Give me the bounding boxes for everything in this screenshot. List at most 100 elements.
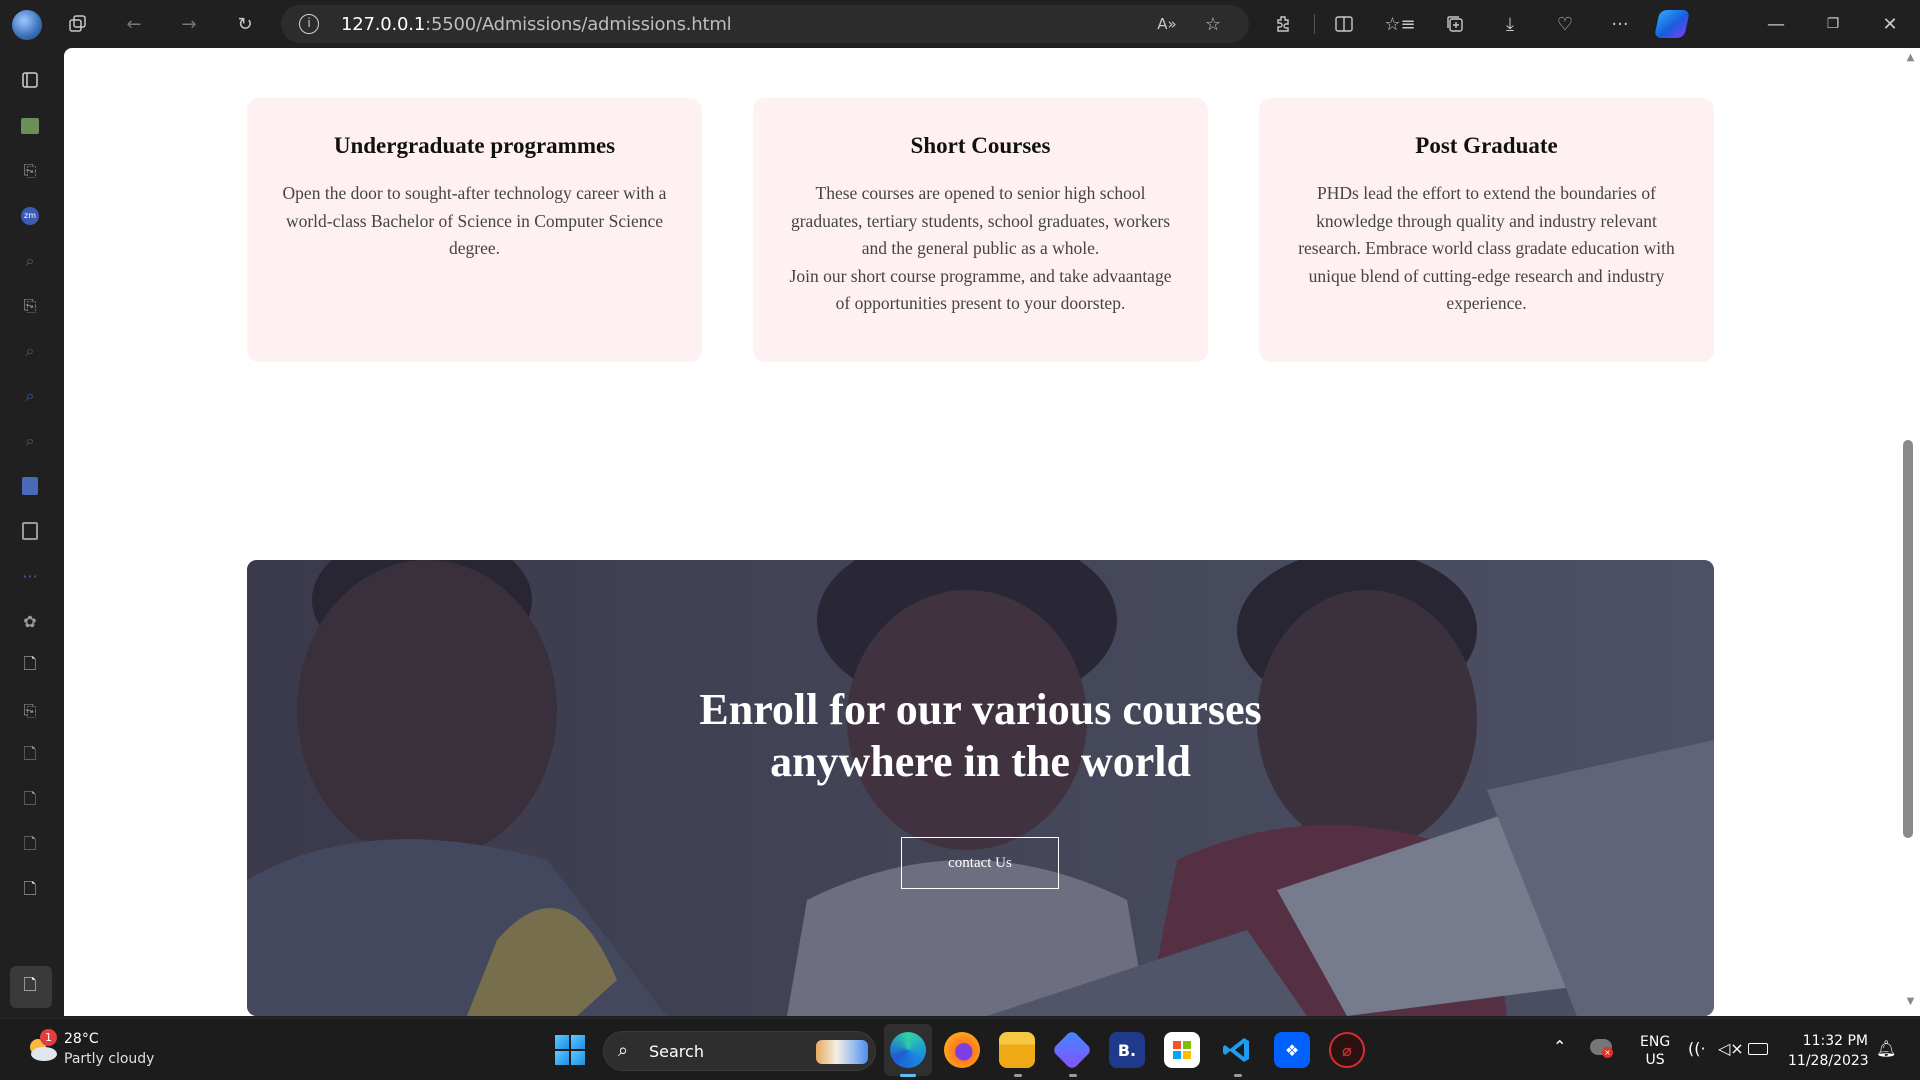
downloads-icon[interactable]: ⤓: [1496, 10, 1524, 38]
firefox-icon[interactable]: [944, 1032, 980, 1068]
restore-icon[interactable]: ❐: [1819, 10, 1847, 38]
sidebar-tab-page-icon[interactable]: 🗋: [18, 834, 42, 858]
running-indicator: [1234, 1074, 1242, 1077]
file-explorer-icon[interactable]: [999, 1032, 1035, 1068]
browser-sidebar: ⎘ zm ⌕ ⎘ ⌕ ⌕ ⌕ ··· ✿ 🗋 ⎘ 🗋 🗋 🗋 🗋 🗋 +: [0, 48, 64, 1047]
weather-temperature[interactable]: 28°C: [64, 1031, 99, 1047]
toolbar-divider: [1314, 14, 1315, 34]
sidebar-tab-zoom-icon[interactable]: zm: [18, 204, 42, 228]
booking-app-icon[interactable]: B.: [1109, 1032, 1145, 1068]
hero-overlay: [247, 560, 1714, 1016]
copilot-icon[interactable]: [1654, 10, 1690, 38]
error-badge-icon: ×: [1602, 1047, 1613, 1058]
clock-time: 11:32 PM: [1802, 1033, 1868, 1049]
sidebar-tab-page-icon[interactable]: 🗋: [18, 654, 42, 678]
sidebar-tab-more-icon[interactable]: ···: [18, 564, 42, 588]
program-card-undergraduate: Undergraduate programmes Open the door t…: [247, 98, 702, 362]
card-description: These courses are opened to senior high …: [783, 180, 1178, 318]
card-title: Short Courses: [910, 133, 1051, 158]
power-automate-icon[interactable]: [1051, 1029, 1093, 1071]
sidebar-tab-book-icon[interactable]: [18, 519, 42, 543]
card-line: degree.: [448, 238, 500, 258]
url-host: 127.0.0.1: [341, 14, 426, 35]
card-line: world-class Bachelor of Science in Compu…: [285, 210, 664, 231]
search-label: Search: [649, 1042, 704, 1061]
running-indicator: [1014, 1074, 1022, 1077]
card-line: Join our short course programme, and tak…: [789, 265, 1172, 286]
sidebar-tab-page-icon[interactable]: 🗋: [18, 789, 42, 813]
microsoft-store-icon[interactable]: [1164, 1032, 1200, 1068]
sidebar-tab-doc-icon[interactable]: ⎘: [18, 699, 42, 723]
running-indicator: [900, 1074, 916, 1077]
workspaces-icon[interactable]: [64, 10, 92, 38]
split-screen-icon[interactable]: [1330, 10, 1358, 38]
sidebar-tab-search-icon[interactable]: ⌕: [18, 384, 42, 408]
sidebar-tab-page-icon[interactable]: 🗋: [18, 744, 42, 768]
sidebar-tab-actions-icon[interactable]: [18, 68, 42, 92]
close-icon[interactable]: ✕: [1876, 10, 1904, 38]
region-code: US: [1645, 1052, 1665, 1068]
refresh-icon[interactable]: ↻: [231, 10, 259, 38]
sidebar-tab-page-active-icon[interactable]: 🗋: [18, 975, 42, 999]
card-title: Post Graduate: [1415, 133, 1558, 158]
page-viewport: Undergraduate programmes Open the door t…: [64, 48, 1901, 1016]
battery-icon[interactable]: [1748, 1043, 1768, 1055]
taskbar-search[interactable]: ⌕ Search: [603, 1031, 876, 1071]
card-line: research. Embrace world class gradate ed…: [1298, 238, 1675, 258]
language-code: ENG: [1640, 1034, 1671, 1050]
sidebar-tab-search-icon[interactable]: ⌕: [18, 249, 42, 273]
vscode-icon[interactable]: [1219, 1032, 1255, 1068]
collections-icon[interactable]: [1441, 10, 1469, 38]
scroll-up-arrow-icon[interactable]: ▲: [1901, 52, 1920, 63]
url-path: :5500/Admissions/admissions.html: [425, 14, 732, 35]
card-line: These courses are opened to senior high …: [815, 183, 1146, 203]
dropbox-icon[interactable]: ❖: [1274, 1032, 1310, 1068]
favorites-icon[interactable]: ☆≡: [1384, 10, 1415, 38]
scroll-down-arrow-icon[interactable]: ▼: [1901, 996, 1920, 1007]
notification-bell-icon[interactable]: 🔔︎: [1876, 1039, 1896, 1058]
sidebar-tab-search-icon[interactable]: ⌕: [18, 339, 42, 363]
sidebar-tab-doc-icon[interactable]: ⎘: [18, 159, 42, 183]
url-text[interactable]: 127.0.0.1:5500/Admissions/admissions.htm…: [341, 14, 732, 35]
sidebar-tab-extension-icon[interactable]: ✿: [18, 609, 42, 633]
sidebar-tab-notes-icon[interactable]: [18, 474, 42, 498]
program-card-short-courses: Short Courses These courses are opened t…: [753, 98, 1208, 362]
extensions-icon[interactable]: [1270, 10, 1298, 38]
weather-description[interactable]: Partly cloudy: [64, 1051, 154, 1067]
search-highlight-image: [816, 1040, 868, 1064]
card-line: knowledge through quality and industry r…: [1316, 210, 1657, 231]
address-bar[interactable]: i 127.0.0.1:5500/Admissions/admissions.h…: [281, 5, 1249, 43]
minimize-icon[interactable]: —: [1762, 10, 1790, 38]
weather-badge: 1: [40, 1029, 57, 1046]
sidebar-tab-search-icon[interactable]: ⌕: [18, 429, 42, 453]
site-info-icon[interactable]: i: [299, 14, 319, 34]
favorite-star-icon[interactable]: ☆: [1199, 10, 1227, 38]
sidebar-tab-image-icon[interactable]: [18, 114, 42, 138]
language-indicator[interactable]: ENG US: [1640, 1033, 1670, 1069]
back-icon[interactable]: ←: [120, 10, 148, 38]
read-aloud-icon[interactable]: A»: [1153, 10, 1181, 38]
windows-start-icon[interactable]: [555, 1035, 585, 1065]
show-hidden-icons-icon[interactable]: ⌃: [1553, 1037, 1566, 1056]
browser-essentials-icon[interactable]: ♡: [1551, 10, 1579, 38]
more-icon[interactable]: ···: [1606, 10, 1634, 38]
sidebar-tab-page-icon[interactable]: 🗋: [18, 879, 42, 903]
card-title: Undergraduate programmes: [333, 133, 616, 158]
card-line: Open the door to sought-after technology…: [282, 183, 667, 203]
contact-us-button[interactable]: contact Us: [901, 837, 1059, 889]
card-line: experience.: [1446, 293, 1527, 313]
enroll-hero-banner: Enroll for our various courses anywhere …: [247, 560, 1714, 1016]
forward-icon[interactable]: →: [175, 10, 203, 38]
security-app-icon[interactable]: ⌀: [1329, 1032, 1365, 1068]
wifi-icon[interactable]: ((·: [1688, 1039, 1706, 1058]
hero-title: Enroll for our various courses anywhere …: [247, 684, 1714, 788]
hero-title-line: anywhere in the world: [770, 737, 1191, 786]
card-line: unique blend of cutting-edge research an…: [1308, 265, 1665, 286]
sidebar-tab-doc-icon[interactable]: ⎘: [18, 294, 42, 318]
edge-browser-icon[interactable]: [890, 1032, 926, 1068]
scrollbar-thumb[interactable]: [1903, 440, 1913, 838]
clock[interactable]: 11:32 PM 11/28/2023: [1788, 1031, 1869, 1071]
card-description: Open the door to sought-after technology…: [277, 180, 672, 263]
volume-muted-icon[interactable]: ◁×: [1718, 1039, 1744, 1058]
profile-icon[interactable]: [12, 10, 42, 40]
